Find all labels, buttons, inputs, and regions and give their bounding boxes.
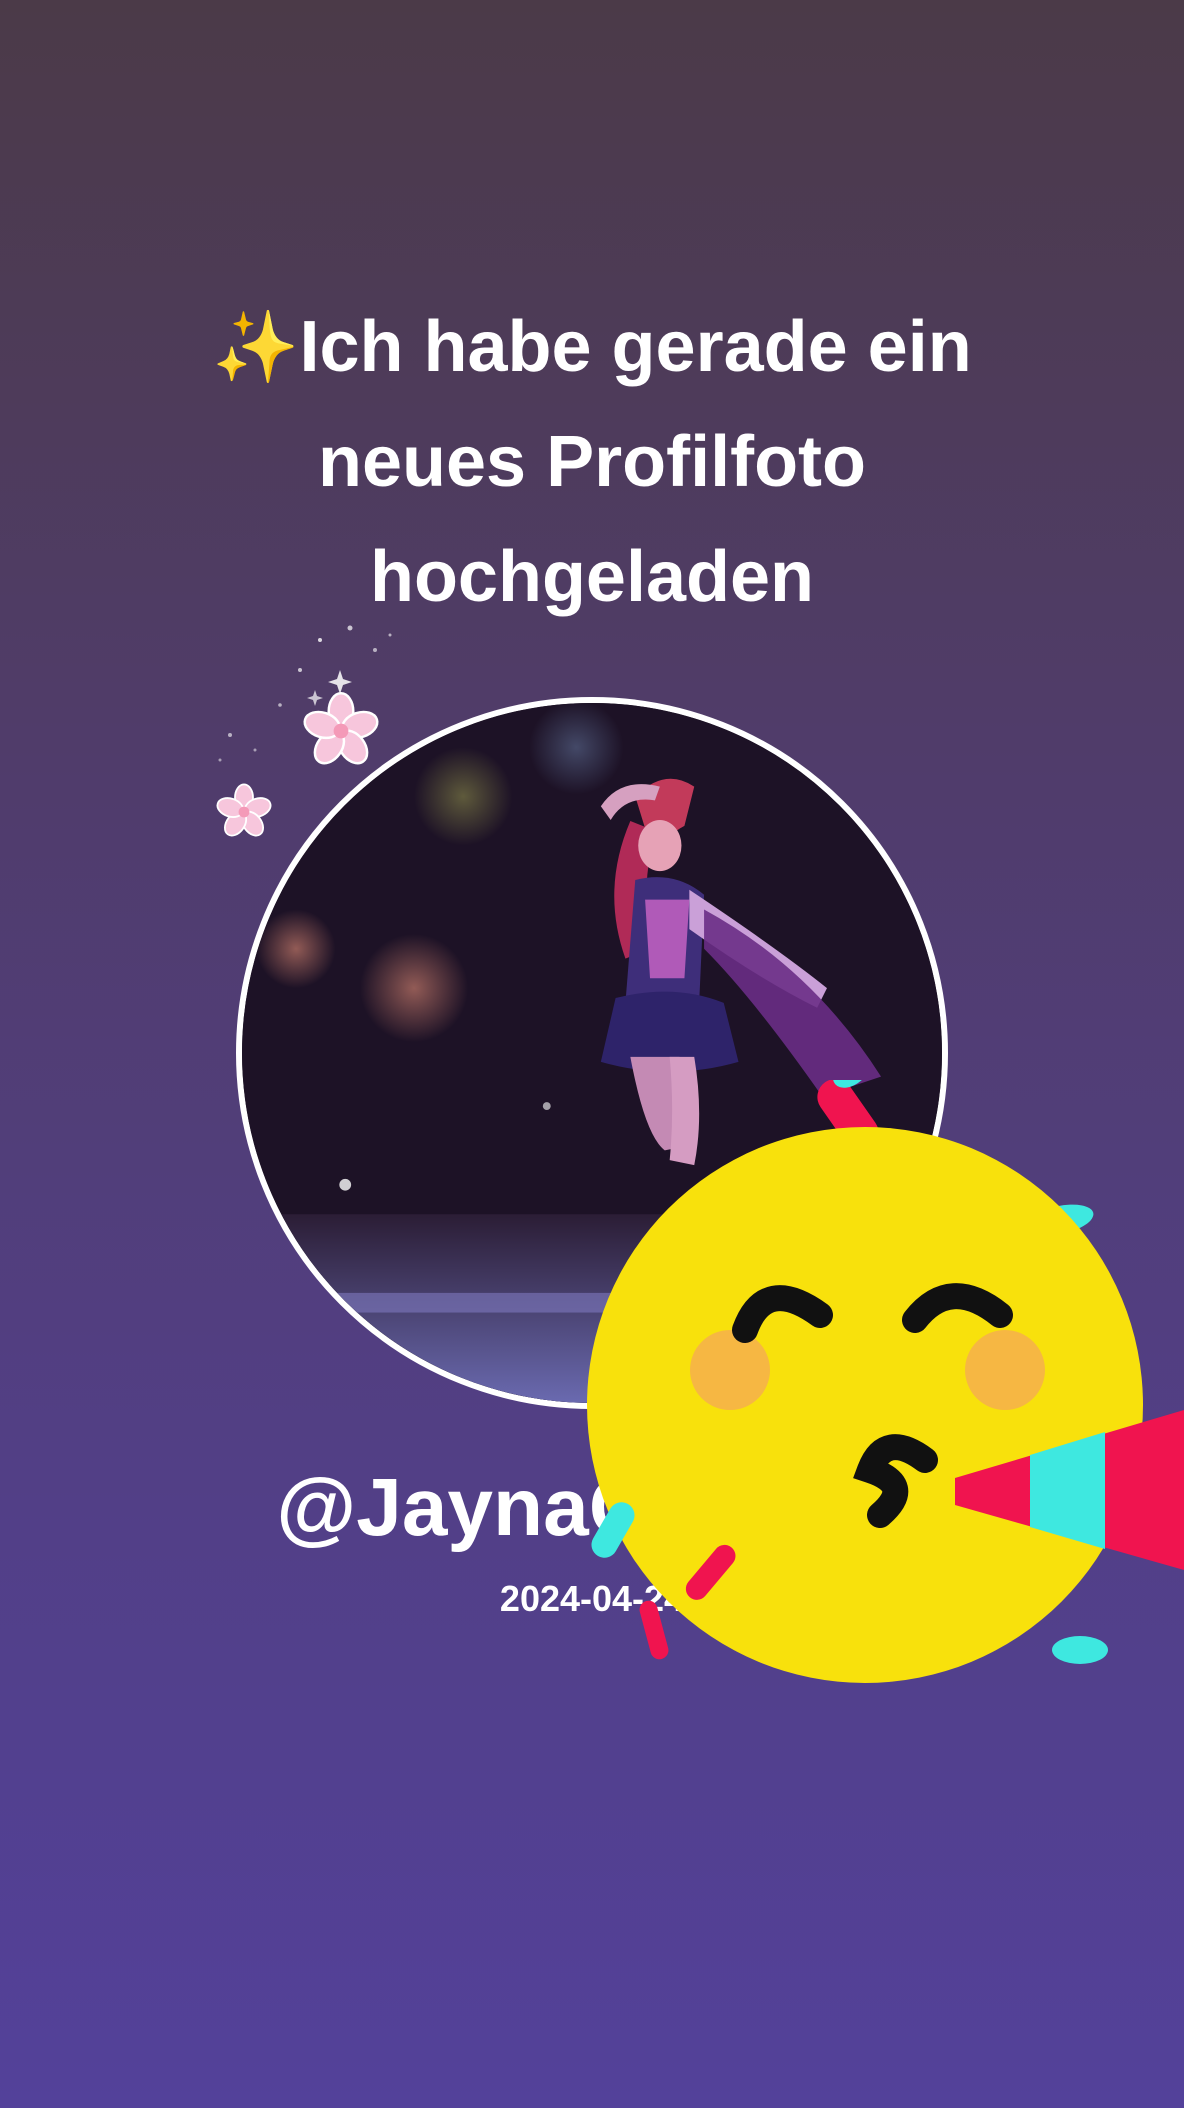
announcement-headline: ✨Ich habe gerade ein neues Profilfoto ho… <box>92 290 1092 635</box>
profile-photo-story-card: ✨Ich habe gerade ein neues Profilfoto ho… <box>0 0 1184 2108</box>
partying-face-icon <box>587 1080 1184 1683</box>
headline-line-1: ✨Ich habe gerade ein <box>212 307 972 387</box>
headline-line-2: neues Profilfoto <box>317 422 866 502</box>
sparkles-icon: ✨ <box>212 308 300 386</box>
